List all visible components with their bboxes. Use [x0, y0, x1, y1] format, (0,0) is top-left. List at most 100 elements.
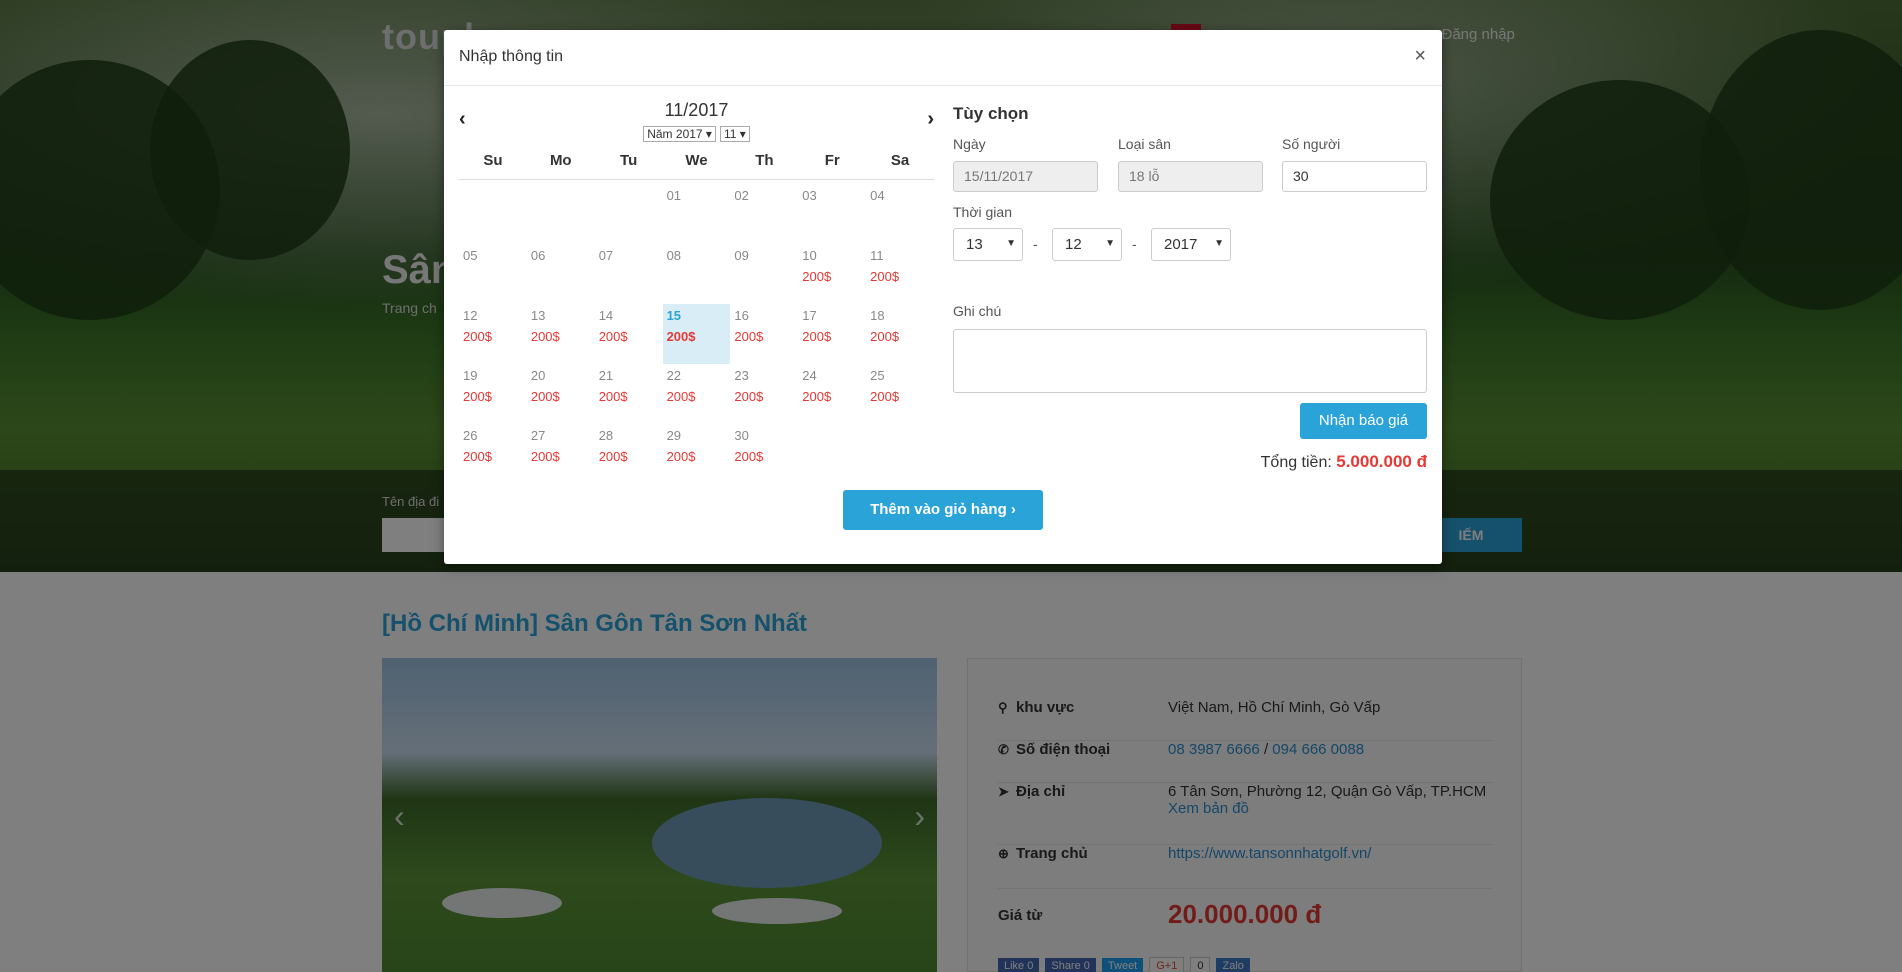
- weekday-label: Th: [755, 152, 774, 169]
- calendar-day[interactable]: 14 200$: [595, 304, 663, 364]
- calendar-day[interactable]: 19 200$: [459, 364, 527, 424]
- day-number: 03: [802, 188, 817, 203]
- calendar-day[interactable]: 23 200$: [730, 364, 798, 424]
- calendar-day[interactable]: 28 200$: [595, 424, 663, 484]
- course-type-field[interactable]: 18 lỗ: [1118, 161, 1263, 192]
- calendar-day[interactable]: 18 200$: [866, 304, 934, 364]
- day-price: 200$: [598, 389, 628, 404]
- day-price: 200$: [802, 329, 832, 344]
- day-number: 11: [870, 248, 884, 263]
- day-price: 200$: [666, 449, 696, 464]
- calendar-day[interactable]: 24 200$: [798, 364, 866, 424]
- day-price: 200$: [734, 329, 764, 344]
- time-hour-select[interactable]: 13 ▼: [953, 228, 1023, 261]
- get-quote-button[interactable]: Nhận báo giá: [1300, 403, 1427, 439]
- day-price: 200$: [734, 449, 764, 464]
- time-year-select[interactable]: 2017 ▼: [1151, 228, 1231, 261]
- weekday-label: We: [685, 152, 708, 169]
- calendar-day[interactable]: 07: [595, 244, 663, 304]
- day-number: 24: [802, 368, 817, 383]
- weekday-label: Mo: [549, 152, 572, 169]
- day-price: 200$: [870, 269, 900, 284]
- calendar-day[interactable]: 01: [663, 184, 731, 244]
- close-icon[interactable]: ×: [1414, 46, 1426, 66]
- calendar-day[interactable]: 13 200$: [527, 304, 595, 364]
- calendar-month-label: 11/2017: [664, 100, 729, 120]
- time-separator: -: [1033, 236, 1038, 252]
- day-price: 200$: [734, 389, 764, 404]
- day-number: 05: [463, 248, 478, 263]
- time-separator: -: [1132, 236, 1137, 252]
- add-to-cart-button[interactable]: Thêm vào giỏ hàng ›: [843, 490, 1043, 530]
- day-number: 20: [530, 368, 546, 383]
- calendar-day[interactable]: 21 200$: [595, 364, 663, 424]
- time-month-select[interactable]: 12 ▼: [1052, 228, 1122, 261]
- people-label: Số người: [1282, 136, 1341, 152]
- month-select[interactable]: 11 ▾: [719, 126, 750, 142]
- calendar-day[interactable]: 02: [730, 184, 798, 244]
- day-number: 29: [666, 428, 682, 443]
- day-number: 19: [463, 368, 478, 383]
- day-price: 200$: [666, 389, 696, 404]
- calendar-day[interactable]: 20 200$: [527, 364, 595, 424]
- calendar-day[interactable]: 27 200$: [527, 424, 595, 484]
- calendar-day[interactable]: 30 200$: [730, 424, 798, 484]
- calendar-day[interactable]: 17 200$: [798, 304, 866, 364]
- day-price: 200$: [463, 449, 492, 464]
- calendar-day[interactable]: 05: [459, 244, 527, 304]
- calendar-day[interactable]: 29 200$: [663, 424, 731, 484]
- people-input[interactable]: 30: [1282, 161, 1427, 192]
- weekday-label: Sa: [890, 152, 910, 169]
- calendar-grid: 01 02 03 04 05 06 07 08 09 10 200$ 11 200$ 12 200$ 13 20…: [459, 184, 934, 484]
- day-price: 200$: [530, 449, 560, 464]
- note-textarea[interactable]: [953, 329, 1427, 393]
- calendar-day[interactable]: 03: [798, 184, 866, 244]
- total-amount: 5.000.000 đ: [1336, 452, 1427, 471]
- day-number: 15: [666, 308, 682, 323]
- day-price: 200$: [463, 389, 492, 404]
- date-field[interactable]: 15/11/2017: [953, 161, 1098, 192]
- day-number: 12: [463, 308, 478, 323]
- calendar-day[interactable]: 12 200$: [459, 304, 527, 364]
- calendar-day[interactable]: 04: [866, 184, 934, 244]
- calendar-day[interactable]: 16 200$: [730, 304, 798, 364]
- day-price: 200$: [870, 389, 900, 404]
- calendar-day[interactable]: 22 200$: [663, 364, 731, 424]
- day-number: 02: [734, 188, 749, 203]
- day-number: 08: [666, 248, 682, 263]
- day-number: 10: [802, 248, 817, 263]
- day-price: 200$: [802, 269, 832, 284]
- day-number: 07: [598, 248, 614, 263]
- calendar-day[interactable]: 25 200$: [866, 364, 934, 424]
- calendar-day[interactable]: 26 200$: [459, 424, 527, 484]
- day-number: 27: [530, 428, 546, 443]
- day-number: 28: [598, 428, 614, 443]
- note-label: Ghi chú: [953, 303, 1002, 319]
- booking-modal: Nhập thông tin × 11/2017 ‹ › Năm 2017 ▾ 1…: [444, 30, 1442, 564]
- calendar-day[interactable]: 06: [527, 244, 595, 304]
- calendar-empty-cell: [459, 184, 527, 244]
- day-number: 16: [734, 308, 749, 323]
- calendar-day[interactable]: 10 200$: [798, 244, 866, 304]
- day-number: 06: [530, 248, 546, 263]
- calendar-day[interactable]: 09: [730, 244, 798, 304]
- calendar-day[interactable]: 11 200$: [866, 244, 934, 304]
- day-number: 26: [463, 428, 478, 443]
- day-number: 04: [870, 188, 885, 203]
- day-price: 200$: [530, 329, 560, 344]
- weekday-label: Fr: [824, 152, 840, 169]
- year-select[interactable]: Năm 2017 ▾: [643, 126, 716, 142]
- day-number: 25: [870, 368, 885, 383]
- weekday-label: Tu: [620, 152, 638, 169]
- calendar-day[interactable]: 08: [663, 244, 731, 304]
- modal-header: Nhập thông tin ×: [444, 30, 1442, 86]
- day-number: 14: [598, 308, 614, 323]
- day-price: 200$: [802, 389, 832, 404]
- calendar-day-selected[interactable]: 15 200$: [662, 304, 731, 364]
- day-number: 23: [734, 368, 749, 383]
- day-number: 30: [734, 428, 749, 443]
- weekday-header: Su Mo Tu We Th Fr Sa: [459, 152, 934, 180]
- weekday-label: Su: [483, 152, 503, 169]
- day-number: 21: [598, 368, 614, 383]
- modal-title: Nhập thông tin: [459, 48, 564, 65]
